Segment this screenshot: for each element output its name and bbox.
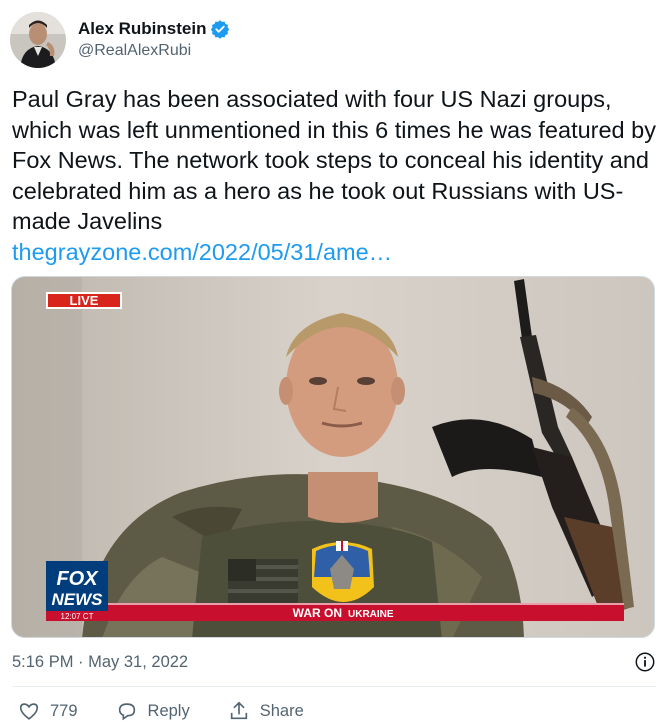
fox-news-logo: FOX NEWS 12:07 CT — [46, 561, 108, 621]
clock-text: 12:07 CT — [61, 612, 94, 621]
tweet-text: Paul Gray has been associated with four … — [12, 84, 660, 267]
logo-fox-text: FOX — [56, 568, 99, 590]
ticker-sub-text: UKRAINE — [348, 609, 394, 620]
like-count: 779 — [50, 701, 78, 720]
live-badge: LIVE — [46, 292, 122, 309]
share-button[interactable]: Share — [228, 700, 304, 722]
display-name[interactable]: Alex Rubinstein — [78, 18, 206, 40]
vest-flag-patch — [228, 559, 298, 603]
ticker-bar: WAR ON UKRAINE — [108, 603, 624, 621]
logo-news-text: NEWS — [52, 590, 104, 609]
reply-icon — [118, 703, 135, 721]
tweet-link[interactable]: thegrayzone.com/2022/05/31/ame… — [12, 237, 660, 268]
reply-button[interactable]: Reply — [116, 700, 190, 722]
heart-icon — [19, 703, 39, 720]
tweet-body: Paul Gray has been associated with four … — [12, 86, 656, 234]
ticker-main-text: WAR ON — [293, 606, 342, 620]
legion-patch — [312, 541, 374, 602]
avatar[interactable] — [10, 12, 66, 68]
reply-label: Reply — [147, 701, 190, 720]
tweet-timestamp[interactable]: 5:16 PM · May 31, 2022 — [12, 653, 188, 672]
share-label: Share — [259, 701, 304, 720]
live-badge-text: LIVE — [70, 293, 99, 308]
author-block: Alex Rubinstein @RealAlexRubi — [78, 18, 230, 62]
info-icon[interactable] — [634, 651, 656, 673]
action-bar: 779 Reply Share — [18, 700, 342, 722]
divider — [12, 686, 656, 687]
author-handle[interactable]: @RealAlexRubi — [78, 40, 230, 62]
verified-badge-icon — [210, 19, 230, 39]
share-icon — [230, 701, 247, 720]
tweet-header: Alex Rubinstein @RealAlexRubi — [10, 10, 660, 70]
timestamp-row: 5:16 PM · May 31, 2022 — [12, 650, 656, 674]
like-button[interactable]: 779 — [18, 700, 78, 722]
tweet-media-image[interactable]: LIVE FOX NEWS 12:07 CT WAR ON UKRAINE — [11, 276, 655, 638]
